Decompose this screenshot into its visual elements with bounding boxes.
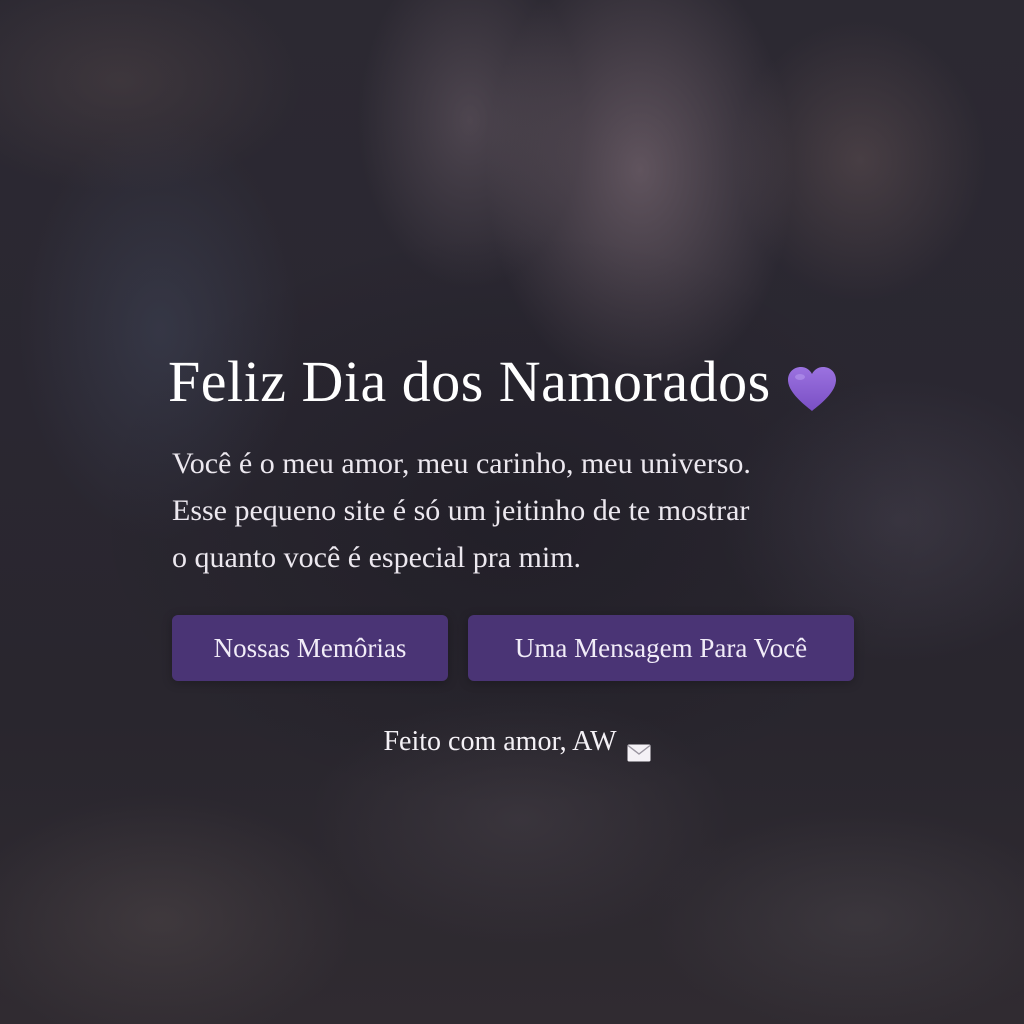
love-message-line: Esse pequeno site é só um jeitinho de te… <box>172 494 750 527</box>
love-message: Você é o meu amor, meu carinho, meu univ… <box>172 440 872 581</box>
action-buttons: Nossas Memôrias Uma Mensagem Para Você <box>172 615 888 681</box>
envelope-icon <box>627 734 651 762</box>
message-for-you-button[interactable]: Uma Mensagem Para Você <box>468 615 854 681</box>
love-message-line: Você é o meu amor, meu carinho, meu univ… <box>172 447 751 480</box>
our-memories-button[interactable]: Nossas Memôrias <box>172 615 448 681</box>
page-title-text: Feliz Dia dos Namorados <box>168 349 771 414</box>
love-message-line: o quanto você é especial pra mim. <box>172 541 582 574</box>
footer-text: Feito com amor, AW <box>383 726 617 757</box>
page-title: Feliz Dia dos Namorados <box>168 346 888 418</box>
footer-credit: Feito com amor, AW <box>383 722 651 762</box>
purple-heart-icon <box>785 358 839 411</box>
hero-section: Feliz Dia dos Namorados Você é o meu amo… <box>168 346 888 681</box>
footer: Feito com amor, AW <box>0 722 1024 762</box>
